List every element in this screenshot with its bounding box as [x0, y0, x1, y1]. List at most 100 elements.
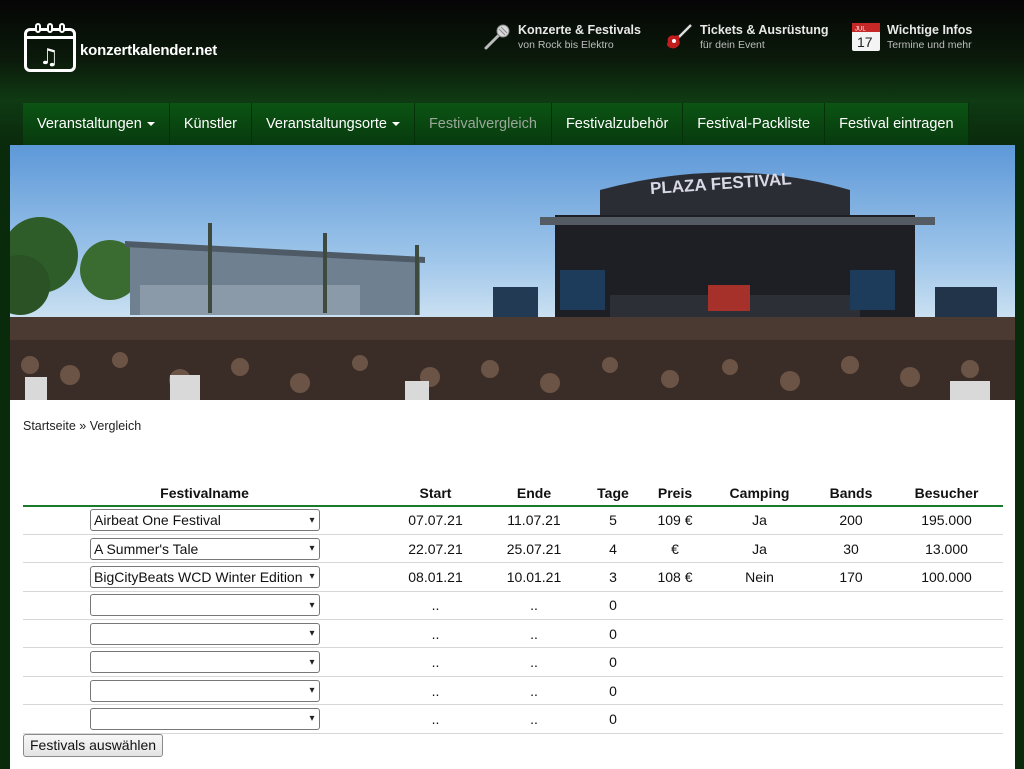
logo-text: konzertkalender.net — [80, 41, 218, 59]
cell-end: .. — [485, 619, 583, 649]
page: ♫ konzertkalender.net Konzerte & Festiva… — [0, 0, 1024, 769]
header-start: Start — [386, 480, 485, 507]
cell-days: 0 — [583, 676, 643, 706]
microphone-icon — [482, 22, 512, 52]
header-link-tickets[interactable]: Tickets & Ausrüstung für dein Event — [664, 22, 829, 52]
chevron-down-icon: ▾ — [309, 628, 315, 640]
header-link-title: Konzerte & Festivals — [518, 23, 641, 37]
cell-bands: 30 — [812, 534, 890, 564]
calendar-icon: JUL 17 — [851, 22, 881, 52]
cell-price — [643, 647, 707, 677]
header-link-title: Wichtige Infos — [887, 23, 973, 37]
header-link-title: Tickets & Ausrüstung — [700, 23, 829, 37]
cell-start: .. — [386, 647, 485, 677]
cell-camping: Nein — [707, 562, 812, 592]
breadcrumb: Startseite » Vergleich — [23, 419, 141, 433]
cell-visitors — [890, 619, 1003, 649]
chevron-down-icon: ▾ — [309, 685, 315, 697]
festival-select-value: BigCityBeats WCD Winter Edition — [94, 568, 303, 585]
header-ende: Ende — [485, 480, 583, 507]
cell-camping — [707, 704, 812, 734]
chevron-down-icon: ▾ — [309, 656, 315, 668]
nav-item-veranstaltungen[interactable]: Veranstaltungen — [23, 103, 170, 145]
festival-select[interactable]: BigCityBeats WCD Winter Edition ▾ — [90, 565, 320, 588]
cell-camping — [707, 619, 812, 649]
festival-select-cell: ▾ — [23, 619, 386, 649]
table-row: Airbeat One Festival ▾ 07.07.21 11.07.21 5 10… — [23, 506, 1003, 535]
table-row: ▾.... 0 — [23, 704, 1003, 734]
cell-camping — [707, 647, 812, 677]
cell-bands — [812, 647, 890, 677]
header-link-subtitle: Termine und mehr — [887, 39, 972, 51]
table-row: ▾.... 0 — [23, 647, 1003, 677]
cell-visitors: 100.000 — [890, 562, 1003, 592]
nav-item-festivalvergleich[interactable]: Festivalvergleich — [415, 103, 552, 145]
nav-item-packliste[interactable]: Festival-Packliste — [683, 103, 826, 145]
calendar-month: JUL — [855, 27, 866, 33]
hero-banner: PLAZA FESTIVAL — [10, 145, 1015, 400]
festival-select[interactable]: A Summer's Tale ▾ — [90, 537, 320, 560]
cell-camping: Ja — [707, 506, 812, 535]
nav-item-festivalzubehoer[interactable]: Festivalzubehör — [552, 103, 684, 145]
chevron-down-icon: ▾ — [309, 514, 315, 526]
header-bands: Bands — [812, 480, 890, 507]
festival-select[interactable]: ▾ — [90, 594, 320, 617]
site-logo[interactable]: ♫ konzertkalender.net — [24, 23, 218, 72]
nav-item-festival-eintragen[interactable]: Festival eintragen — [825, 103, 969, 145]
festival-select-value: A Summer's Tale — [94, 540, 199, 557]
chevron-down-icon — [391, 122, 400, 127]
nav-item-veranstaltungsorte[interactable]: Veranstaltungsorte — [252, 103, 415, 145]
guitar-icon — [664, 22, 694, 52]
cell-end: .. — [485, 676, 583, 706]
calendar-note-icon: ♫ — [24, 23, 76, 72]
cell-price — [643, 619, 707, 649]
header-tage: Tage — [583, 480, 643, 507]
festival-select[interactable]: ▾ — [90, 707, 320, 730]
festivals-auswaehlen-button[interactable]: Festivals auswählen — [23, 734, 164, 757]
festival-select[interactable]: ▾ — [90, 651, 320, 674]
festival-select-cell: ▾ — [23, 676, 386, 706]
cell-visitors: 13.000 — [890, 534, 1003, 564]
cell-price — [643, 591, 707, 621]
cell-start: .. — [386, 591, 485, 621]
breadcrumb-current: Vergleich — [89, 419, 142, 433]
table-header-row: Festivalname Start Ende Tage Preis Campi… — [23, 480, 1003, 507]
cell-price: 108 € — [643, 562, 707, 592]
cell-start: 08.01.21 — [386, 562, 485, 592]
festival-select[interactable]: ▾ — [90, 679, 320, 702]
header-besucher: Besucher — [890, 480, 1003, 507]
festival-select-cell: A Summer's Tale ▾ — [23, 534, 386, 564]
chevron-down-icon: ▾ — [309, 543, 315, 555]
calendar-day: 17 — [857, 34, 873, 50]
nav-item-kuenstler[interactable]: Künstler — [170, 103, 253, 145]
cell-end: .. — [485, 704, 583, 734]
cell-price: 109 € — [643, 506, 707, 535]
cell-price: € — [643, 534, 707, 564]
festival-select-cell: Airbeat One Festival ▾ — [23, 506, 386, 535]
festival-comparison-table: Festivalname Start Ende Tage Preis Campi… — [23, 480, 1003, 734]
chevron-down-icon — [146, 122, 155, 127]
cell-start: 22.07.21 — [386, 534, 485, 564]
festival-select[interactable]: Airbeat One Festival ▾ — [90, 509, 320, 532]
festival-select[interactable]: ▾ — [90, 622, 320, 645]
festival-stage-image: PLAZA FESTIVAL — [10, 169, 1015, 400]
cell-start: .. — [386, 619, 485, 649]
festival-select-cell: ▾ — [23, 591, 386, 621]
cell-days: 5 — [583, 506, 643, 535]
header-link-subtitle: für dein Event — [700, 39, 765, 51]
cell-days: 0 — [583, 647, 643, 677]
cell-days: 0 — [583, 619, 643, 649]
header-link-infos[interactable]: JUL 17 Wichtige Infos Termine und mehr — [851, 22, 972, 52]
cell-bands — [812, 676, 890, 706]
main-nav: Veranstaltungen Künstler Veranstaltungso… — [23, 103, 969, 145]
cell-price — [643, 676, 707, 706]
header-link-konzerte[interactable]: Konzerte & Festivals von Rock bis Elektr… — [482, 22, 641, 52]
table-row: ▾.... 0 — [23, 619, 1003, 649]
cell-end: .. — [485, 591, 583, 621]
cell-visitors — [890, 704, 1003, 734]
cell-end: .. — [485, 647, 583, 677]
cell-visitors — [890, 591, 1003, 621]
cell-bands — [812, 619, 890, 649]
festival-select-cell: ▾ — [23, 647, 386, 677]
breadcrumb-home[interactable]: Startseite — [23, 419, 76, 433]
